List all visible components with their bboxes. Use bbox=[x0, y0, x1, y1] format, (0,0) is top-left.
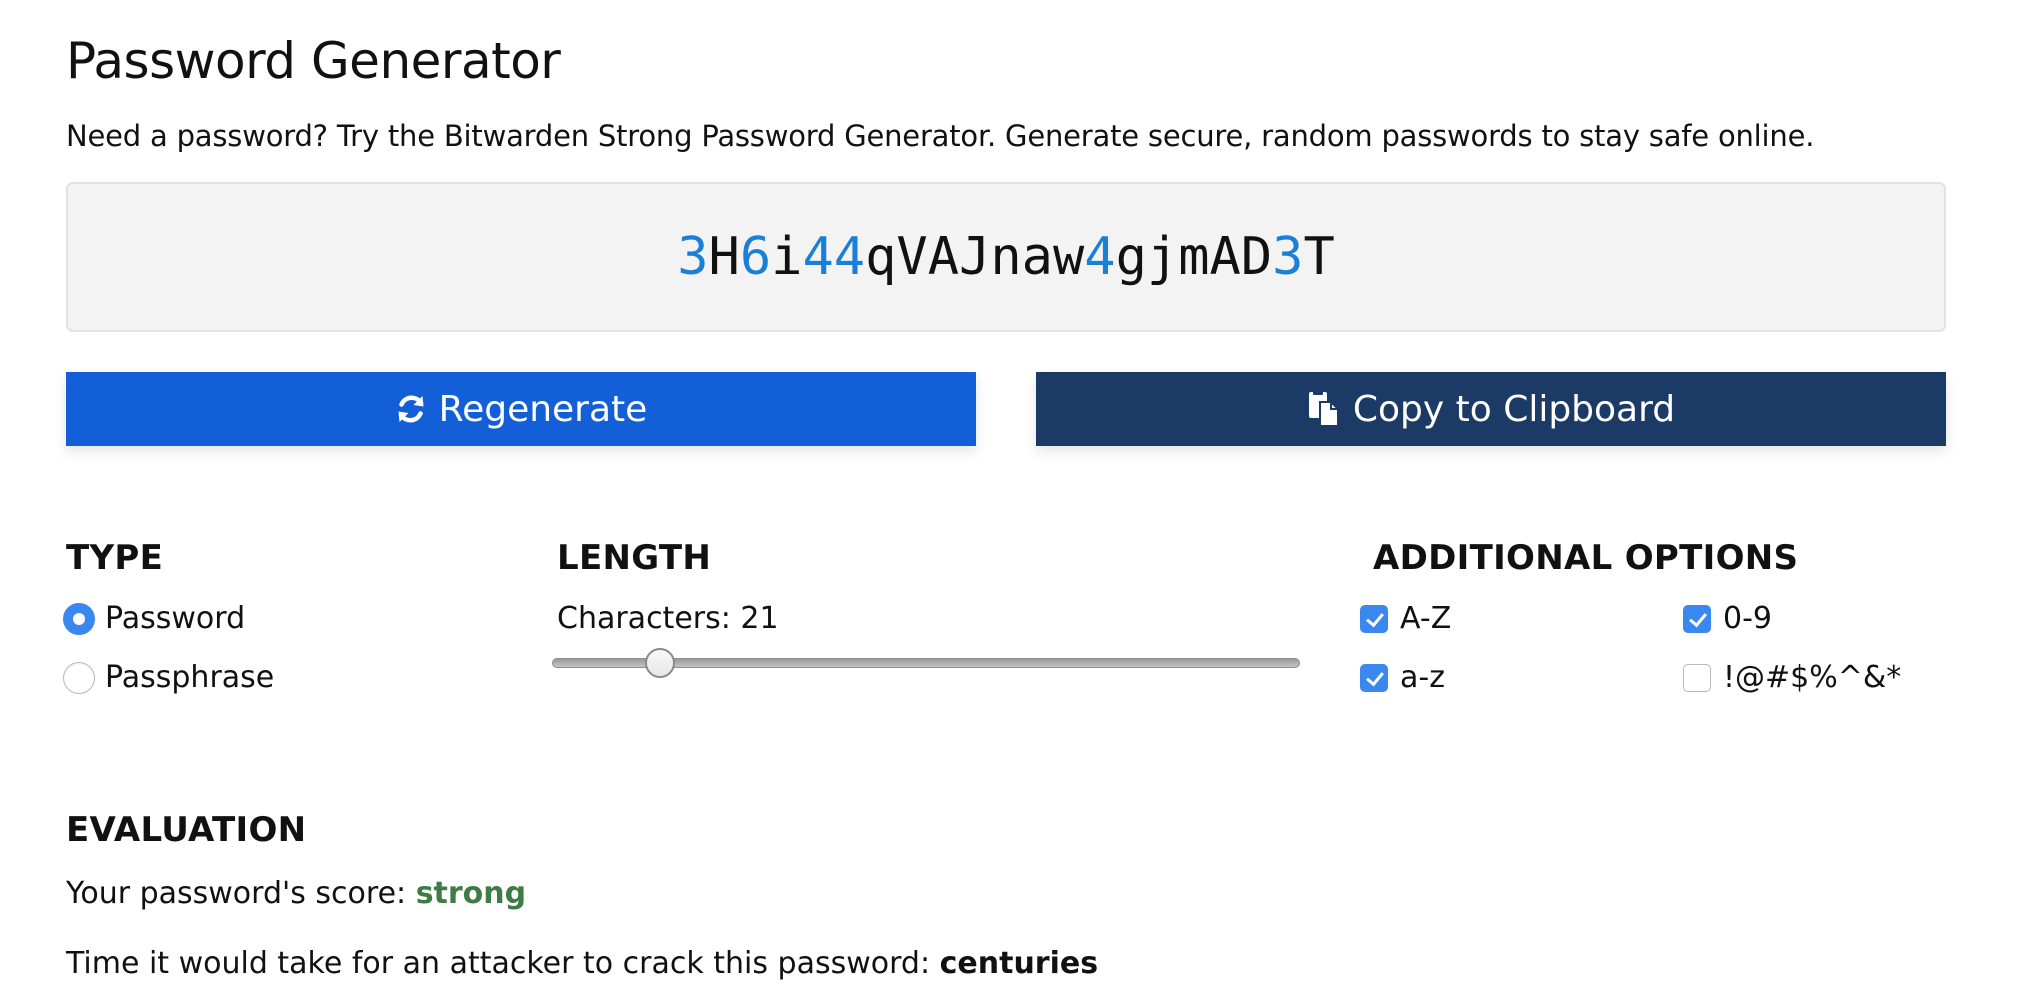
crack-time-prefix: Time it would take for an attacker to cr… bbox=[66, 946, 940, 981]
generated-password-text[interactable]: 3H6i44qVAJnaw4gjmAD3T bbox=[677, 227, 1335, 287]
password-digit: 3 bbox=[677, 227, 709, 287]
type-heading: TYPE bbox=[66, 538, 164, 578]
radio-button[interactable] bbox=[63, 662, 95, 694]
password-char: A bbox=[1209, 227, 1241, 287]
characters-count-label: Characters: 21 bbox=[557, 601, 779, 636]
password-char: J bbox=[959, 227, 991, 287]
copy-icon bbox=[1307, 390, 1341, 428]
radio-button[interactable] bbox=[63, 603, 95, 635]
length-heading: LENGTH bbox=[557, 538, 712, 578]
password-char: A bbox=[927, 227, 960, 287]
crack-time-value: centuries bbox=[939, 946, 1099, 981]
password-char: H bbox=[708, 227, 740, 287]
password-char: m bbox=[1178, 227, 1210, 287]
checkbox[interactable] bbox=[1360, 605, 1388, 633]
password-digit: 4 bbox=[1084, 227, 1116, 287]
type-radio-passphrase[interactable]: Passphrase bbox=[63, 658, 274, 698]
copy-to-clipboard-button[interactable]: Copy to Clipboard bbox=[1036, 372, 1946, 446]
password-char: i bbox=[771, 227, 803, 287]
checkbox[interactable] bbox=[1360, 664, 1388, 692]
password-char: D bbox=[1240, 227, 1273, 287]
refresh-icon bbox=[395, 393, 427, 425]
password-digit: 4 bbox=[802, 227, 834, 287]
password-char: a bbox=[1021, 227, 1053, 287]
checkbox-label: 0-9 bbox=[1723, 601, 1772, 636]
password-char: n bbox=[990, 227, 1022, 287]
password-char: T bbox=[1303, 227, 1335, 287]
password-digit: 6 bbox=[739, 227, 772, 287]
password-char: j bbox=[1146, 227, 1179, 287]
page-title: Password Generator bbox=[66, 32, 561, 90]
option-lowercase[interactable]: a-z bbox=[1360, 658, 1445, 698]
password-char: w bbox=[1052, 227, 1085, 287]
radio-label: Password bbox=[105, 601, 246, 636]
score-value: strong bbox=[415, 876, 527, 911]
password-digit: 3 bbox=[1272, 227, 1304, 287]
regenerate-button[interactable]: Regenerate bbox=[66, 372, 976, 446]
option-numbers[interactable]: 0-9 bbox=[1683, 599, 1772, 639]
password-char: V bbox=[896, 227, 928, 287]
checkbox-label: a-z bbox=[1400, 660, 1445, 695]
password-digit: 4 bbox=[833, 227, 866, 287]
slider-thumb[interactable] bbox=[645, 648, 676, 678]
option-uppercase[interactable]: A-Z bbox=[1360, 599, 1451, 639]
regenerate-label: Regenerate bbox=[438, 388, 648, 430]
password-char: g bbox=[1115, 227, 1147, 287]
evaluation-heading: EVALUATION bbox=[66, 810, 307, 850]
score-prefix: Your password's score: bbox=[66, 876, 416, 911]
password-score-line: Your password's score: strong bbox=[66, 872, 526, 916]
password-char: q bbox=[865, 227, 897, 287]
radio-label: Passphrase bbox=[105, 660, 275, 695]
checkbox[interactable] bbox=[1683, 664, 1711, 692]
length-slider[interactable] bbox=[552, 645, 1300, 681]
option-special-characters[interactable]: !@#$%^&* bbox=[1683, 658, 1901, 698]
checkbox-label: A-Z bbox=[1400, 601, 1452, 636]
checkbox-label: !@#$%^&* bbox=[1723, 660, 1902, 695]
crack-time-line: Time it would take for an attacker to cr… bbox=[66, 942, 1098, 986]
generated-password-display[interactable]: 3H6i44qVAJnaw4gjmAD3T bbox=[66, 182, 1946, 332]
additional-options-heading: ADDITIONAL OPTIONS bbox=[1373, 538, 1799, 578]
page-subtitle: Need a password? Try the Bitwarden Stron… bbox=[66, 119, 1815, 153]
type-radio-password[interactable]: Password bbox=[63, 599, 245, 639]
copy-label: Copy to Clipboard bbox=[1352, 388, 1676, 430]
checkbox[interactable] bbox=[1683, 605, 1711, 633]
